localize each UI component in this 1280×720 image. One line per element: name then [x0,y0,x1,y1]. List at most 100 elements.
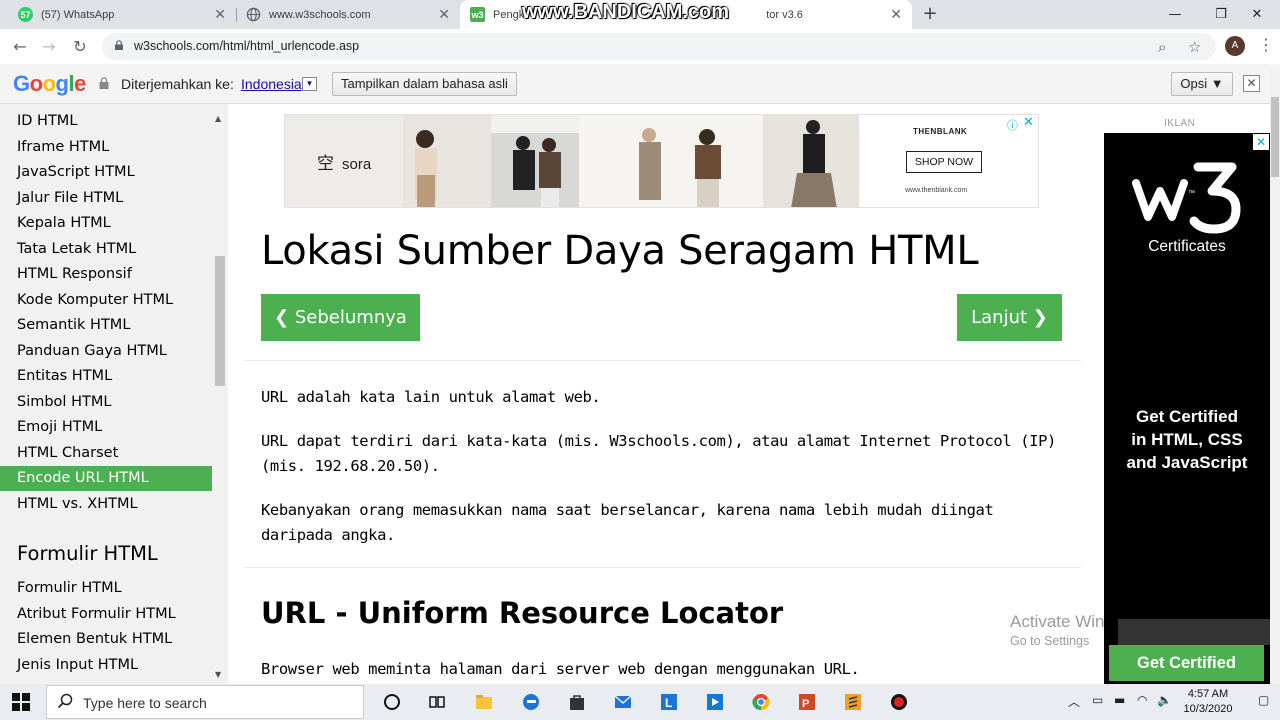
sidebar-item[interactable]: Kode Komputer HTML [0,288,212,313]
new-tab-button[interactable]: + [920,3,940,25]
reload-icon[interactable]: ↻ [69,36,91,58]
sidebar-item[interactable]: HTML Responsif [0,262,212,287]
powerpoint-icon[interactable]: P [797,692,817,712]
ad-sora-text: 空 sora [317,154,372,173]
paragraph: URL adalah kata lain untuk alamat web. [261,388,601,406]
ad-close-icon[interactable]: ✕ [1023,115,1034,130]
address-bar[interactable]: w3schools.com/html/html_urlencode.asp ⌕ … [102,33,1216,60]
tab-w3schools[interactable]: www.w3schools.com ✕ [236,0,460,29]
next-button[interactable]: Lanjut ❯ [957,294,1062,341]
tab-strip: 57 (57) WhatsApp ✕ www.w3schools.com ✕ w… [0,0,1280,29]
taskbar: Type here to search L P ︿ ▭ ▬ ◠ 🔈 4:57 A… [0,684,1280,720]
paragraph: URL dapat terdiri dari kata-kata (mis. W… [261,432,1056,475]
cortana-icon[interactable] [382,692,402,712]
scroll-up-icon[interactable]: ▲ [215,114,221,123]
menu-dots-icon[interactable]: ⋮ [1258,35,1274,54]
sidebar-item[interactable]: Formulir HTML [0,576,212,601]
get-certified-text: Get Certified in HTML, CSS and JavaScrip… [1126,407,1248,472]
sidebar: ID HTML Iframe HTML JavaScript HTML Jalur F… [0,104,228,684]
translate-close-button[interactable]: ✕ [1243,75,1260,92]
star-icon[interactable]: ☆ [1188,38,1201,56]
sidebar-item[interactable]: Emoji HTML [0,415,212,440]
ad-close-icon[interactable]: ✕ [1253,134,1269,150]
file-explorer-icon[interactable] [474,692,494,712]
sidebar-section-heading: Formulir HTML [17,542,158,565]
lock-icon [99,77,109,89]
svg-text:™: ™ [1188,190,1195,197]
sidebar-item[interactable]: Panduan Gaya HTML [0,339,212,364]
notifications-icon[interactable]: ▢ [1258,693,1269,707]
ad-banner[interactable]: 空 sora THENBLANK SHOP NOW www.thenblank.c… [284,114,1039,208]
navigation-bar: ← → ↻ w3schools.com/html/html_urlencode.… [0,29,1280,64]
forward-arrow-icon[interactable]: → [38,36,60,58]
translate-label: Diterjemahkan ke: [121,76,234,92]
minimize-button[interactable]: — [1152,0,1198,29]
bandicam-record-icon[interactable] [889,692,909,712]
close-icon[interactable]: ✕ [214,6,226,23]
globe-icon [246,7,261,22]
show-original-button[interactable]: Tampilkan dalam bahasa asli [332,72,517,96]
app-l-icon[interactable]: L [659,692,679,712]
taskbar-clock[interactable]: 4:57 AM 10/3/2020 [1183,687,1233,717]
network-icon[interactable]: ▭ [1092,693,1103,707]
sidebar-item[interactable]: HTML vs. XHTML [0,492,212,517]
main-content: 空 sora THENBLANK SHOP NOW www.thenblank.c… [228,104,1104,684]
w3-certificates-ad[interactable]: ™ Certificates Get Certified in HTML, CS… [1104,133,1270,684]
task-view-icon[interactable] [427,692,447,712]
w3-logo-icon: ™ [1132,162,1241,234]
previous-button[interactable]: ❮ Sebelumnya [261,294,420,341]
sidebar-item[interactable]: Jalur File HTML [0,186,212,211]
chevron-up-icon[interactable]: ︿ [1068,693,1080,710]
back-arrow-icon[interactable]: ← [9,36,31,58]
media-app-icon[interactable] [705,692,725,712]
window-close-button[interactable]: ✕ [1234,0,1280,29]
tab-title: www.w3schools.com [269,8,371,21]
mail-icon[interactable] [613,692,633,712]
certificates-text: Certificates [1148,238,1226,255]
translate-language-link[interactable]: Indonesia [241,76,302,92]
sidebar-item[interactable]: Semantik HTML [0,313,212,338]
get-certified-button[interactable]: Get Certified [1109,645,1264,681]
sidebar-item[interactable]: JavaScript HTML [0,160,212,185]
zoom-icon[interactable]: ⌕ [1158,38,1166,56]
close-icon[interactable]: ✕ [438,6,450,23]
sidebar-item[interactable]: Iframe HTML [0,135,212,160]
shop-now-button[interactable]: SHOP NOW [906,151,982,173]
taskbar-search-input[interactable]: Type here to search [46,685,364,719]
tab-whatsapp[interactable]: 57 (57) WhatsApp ✕ [8,0,236,29]
translate-bar: Google Diterjemahkan ke: Indonesia ▼ Tam… [0,64,1280,104]
sidebar-item[interactable]: Entitas HTML [0,364,212,389]
battery-icon[interactable]: ▬ [1114,693,1125,707]
ad-screenshot-image [1118,619,1270,645]
volume-icon[interactable]: 🔈 [1157,693,1172,707]
sidebar-item[interactable]: Elemen Bentuk HTML [0,627,212,652]
sidebar-item[interactable]: HTML Charset [0,441,212,466]
ad-model-image [579,115,763,207]
sidebar-item[interactable]: Jenis Input HTML [0,653,212,678]
page-scrollbar-thumb[interactable] [1271,97,1279,177]
sidebar-item[interactable]: Encode URL HTML [0,466,212,491]
ad-info-icon[interactable]: ⓘ [1007,117,1018,133]
google-logo: Google [13,71,86,96]
close-icon[interactable]: ✕ [890,6,902,23]
bandicam-watermark: www.BANDICAM.com [522,1,730,23]
avatar[interactable]: A [1225,36,1245,56]
ad-model-image [403,115,493,207]
sidebar-item[interactable]: Kepala HTML [0,211,212,236]
wifi-icon[interactable]: ◠ [1137,693,1147,707]
options-button[interactable]: Opsi ▼ [1171,72,1233,96]
sidebar-item[interactable]: Simbol HTML [0,390,212,415]
scroll-down-icon[interactable]: ▼ [215,670,221,679]
page-title: Lokasi Sumber Daya Seragam HTML [261,228,979,274]
store-icon[interactable] [567,692,587,712]
svg-text:L: L [665,696,672,710]
windows-start-icon[interactable] [12,693,30,711]
sublime-icon[interactable] [843,692,863,712]
sidebar-item[interactable]: Atribut Formulir HTML [0,602,212,627]
sidebar-item[interactable]: ID HTML [0,109,212,134]
chrome-icon[interactable] [751,692,771,712]
sidebar-scrollbar[interactable] [215,256,225,386]
edge-icon[interactable] [521,692,541,712]
chevron-down-icon[interactable]: ▼ [302,77,317,91]
sidebar-item[interactable]: Tata Letak HTML [0,237,212,262]
